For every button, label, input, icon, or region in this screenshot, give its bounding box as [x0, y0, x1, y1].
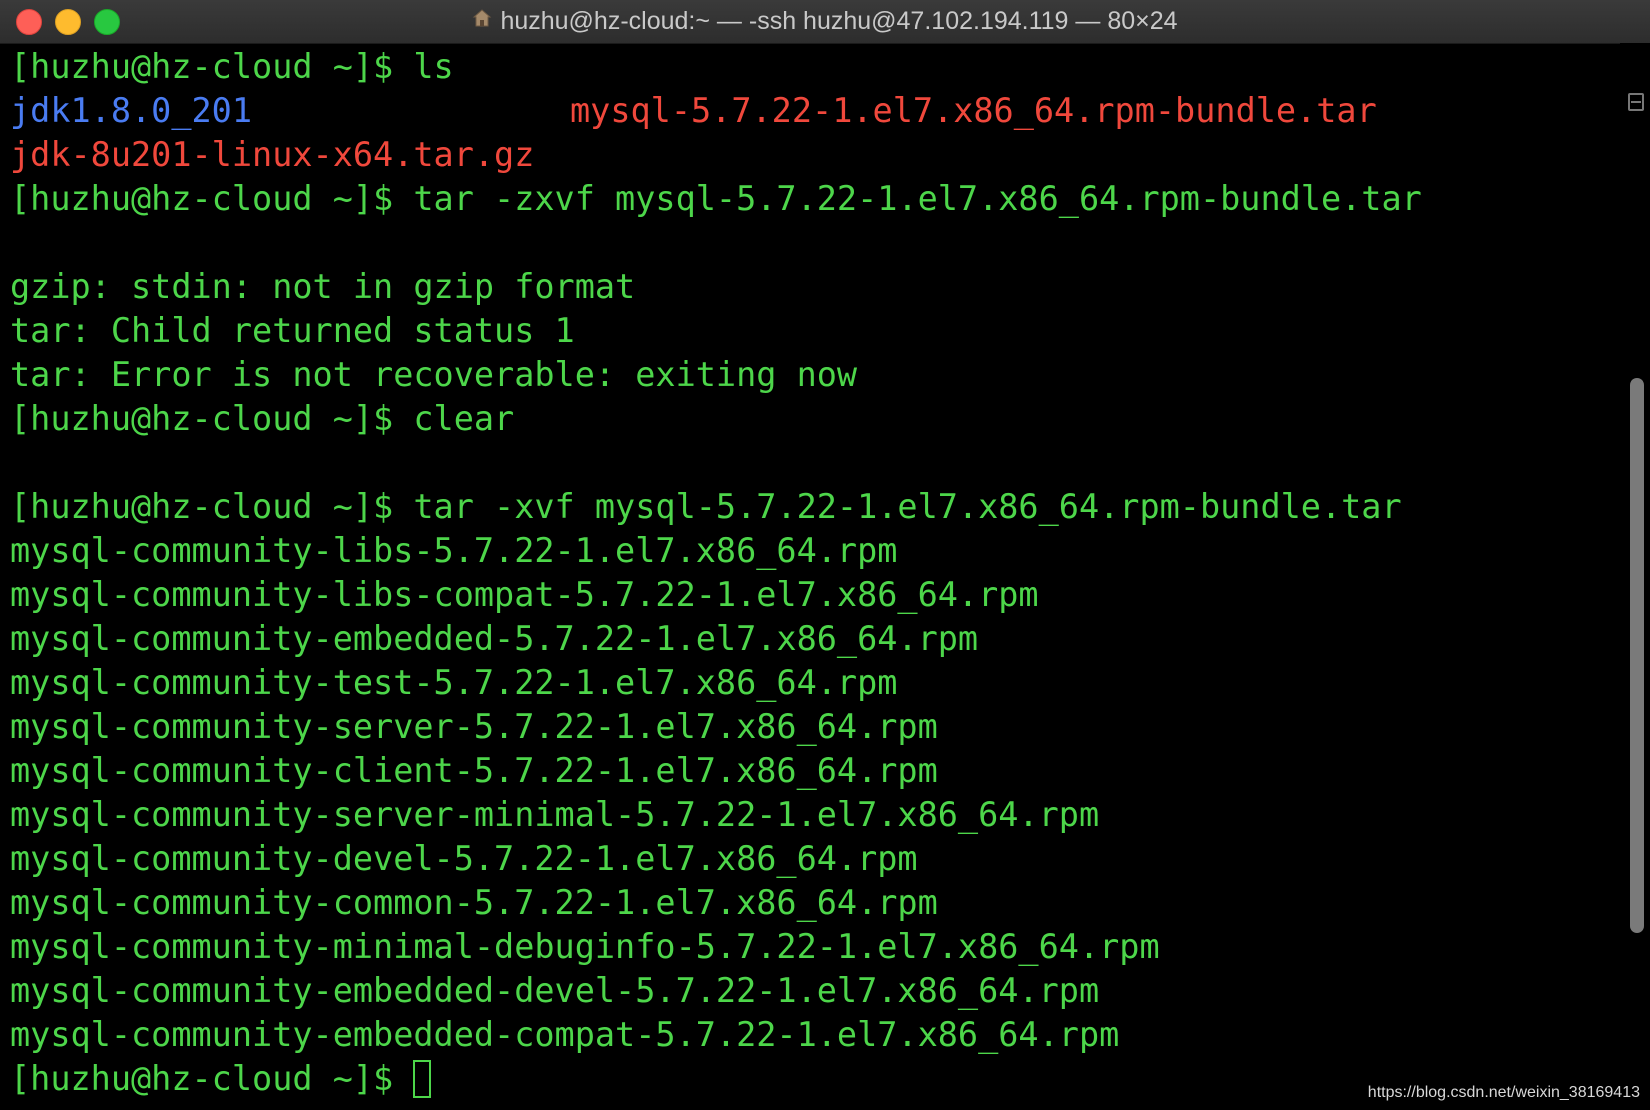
terminal-line: [huzhu@hz-cloud ~]$ [10, 1057, 1600, 1101]
home-folder-icon [472, 0, 492, 42]
terminal-line: [huzhu@hz-cloud ~]$ tar -zxvf mysql-5.7.… [10, 177, 1600, 221]
vertical-scrollbar[interactable] [1620, 43, 1650, 1110]
terminal-line: jdk-8u201-linux-x64.tar.gz [10, 133, 1600, 177]
terminal-output[interactable]: [huzhu@hz-cloud ~]$ ls jdk1.8.0_201 mysql-… [10, 45, 1600, 1105]
title-bar[interactable]: huzhu@hz-cloud:~ — -ssh huzhu@47.102.194… [0, 0, 1650, 44]
terminal-line: mysql-community-embedded-5.7.22-1.el7.x8… [10, 617, 1600, 661]
command-output: mysql-community-server-minimal-5.7.22-1.… [10, 795, 1100, 834]
shell-command: clear [413, 399, 515, 438]
terminal-line: mysql-community-server-minimal-5.7.22-1.… [10, 793, 1600, 837]
command-output: mysql-community-devel-5.7.22-1.el7.x86_6… [10, 839, 918, 878]
command-output: mysql-community-embedded-compat-5.7.22-1… [10, 1015, 1120, 1054]
terminal-line: mysql-community-client-5.7.22-1.el7.x86_… [10, 749, 1600, 793]
terminal-line: mysql-community-server-5.7.22-1.el7.x86_… [10, 705, 1600, 749]
archive-entry: mysql-5.7.22-1.el7.x86_64.rpm-bundle.tar [570, 91, 1377, 130]
terminal-line: mysql-community-embedded-compat-5.7.22-1… [10, 1013, 1600, 1057]
command-output: mysql-community-common-5.7.22-1.el7.x86_… [10, 883, 938, 922]
shell-prompt: [huzhu@hz-cloud ~]$ [10, 47, 414, 86]
command-output: mysql-community-embedded-devel-5.7.22-1.… [10, 971, 1100, 1010]
scrollbar-thumb[interactable] [1630, 378, 1644, 933]
window-title: huzhu@hz-cloud:~ — -ssh huzhu@47.102.194… [0, 0, 1650, 43]
terminal-window: huzhu@hz-cloud:~ — -ssh huzhu@47.102.194… [0, 0, 1650, 1110]
terminal-line: jdk1.8.0_201 mysql-5.7.22-1.el7.x86_64.rp… [10, 89, 1600, 133]
text-cursor[interactable] [413, 1060, 432, 1098]
directory-entry: jdk1.8.0_201 [10, 91, 253, 130]
command-output: mysql-community-test-5.7.22-1.el7.x86_64… [10, 663, 898, 702]
archive-entry: jdk-8u201-linux-x64.tar.gz [10, 135, 535, 174]
watermark: https://blog.csdn.net/weixin_38169413 [1367, 1084, 1640, 1101]
command-output: mysql-community-embedded-5.7.22-1.el7.x8… [10, 619, 979, 658]
terminal-line: [huzhu@hz-cloud ~]$ ls [10, 45, 1600, 89]
terminal-line: mysql-community-libs-5.7.22-1.el7.x86_64… [10, 529, 1600, 573]
shell-command: tar -xvf mysql-5.7.22-1.el7.x86_64.rpm-b… [413, 487, 1402, 526]
terminal-line: [huzhu@hz-cloud ~]$ tar -xvf mysql-5.7.2… [10, 485, 1600, 529]
terminal-line: mysql-community-devel-5.7.22-1.el7.x86_6… [10, 837, 1600, 881]
split-pane-icon[interactable] [1628, 93, 1644, 111]
command-output: mysql-community-server-5.7.22-1.el7.x86_… [10, 707, 938, 746]
command-output: mysql-community-minimal-debuginfo-5.7.22… [10, 927, 1160, 966]
terminal-line: [huzhu@hz-cloud ~]$ clear [10, 397, 1600, 441]
terminal-line: mysql-community-common-5.7.22-1.el7.x86_… [10, 881, 1600, 925]
command-output: gzip: stdin: not in gzip format [10, 267, 636, 306]
command-output: tar: Error is not recoverable: exiting n… [10, 355, 858, 394]
shell-prompt: [huzhu@hz-cloud ~]$ [10, 487, 414, 526]
shell-command: ls [413, 47, 454, 86]
shell-prompt: [huzhu@hz-cloud ~]$ [10, 399, 414, 438]
shell-command: tar -zxvf mysql-5.7.22-1.el7.x86_64.rpm-… [413, 179, 1422, 218]
terminal-line: gzip: stdin: not in gzip format [10, 265, 1600, 309]
terminal-line: mysql-community-libs-compat-5.7.22-1.el7… [10, 573, 1600, 617]
command-output: mysql-community-client-5.7.22-1.el7.x86_… [10, 751, 938, 790]
shell-prompt: [huzhu@hz-cloud ~]$ [10, 179, 414, 218]
terminal-line: mysql-community-test-5.7.22-1.el7.x86_64… [10, 661, 1600, 705]
terminal-line: tar: Error is not recoverable: exiting n… [10, 353, 1600, 397]
terminal-line: mysql-community-embedded-devel-5.7.22-1.… [10, 969, 1600, 1013]
terminal-line: tar: Child returned status 1 [10, 309, 1600, 353]
window-title-text: huzhu@hz-cloud:~ — -ssh huzhu@47.102.194… [500, 7, 1178, 35]
shell-prompt: [huzhu@hz-cloud ~]$ [10, 1059, 414, 1098]
terminal-line: mysql-community-minimal-debuginfo-5.7.22… [10, 925, 1600, 969]
command-output: mysql-community-libs-compat-5.7.22-1.el7… [10, 575, 1039, 614]
command-output: mysql-community-libs-5.7.22-1.el7.x86_64… [10, 531, 898, 570]
command-output: tar: Child returned status 1 [10, 311, 575, 350]
